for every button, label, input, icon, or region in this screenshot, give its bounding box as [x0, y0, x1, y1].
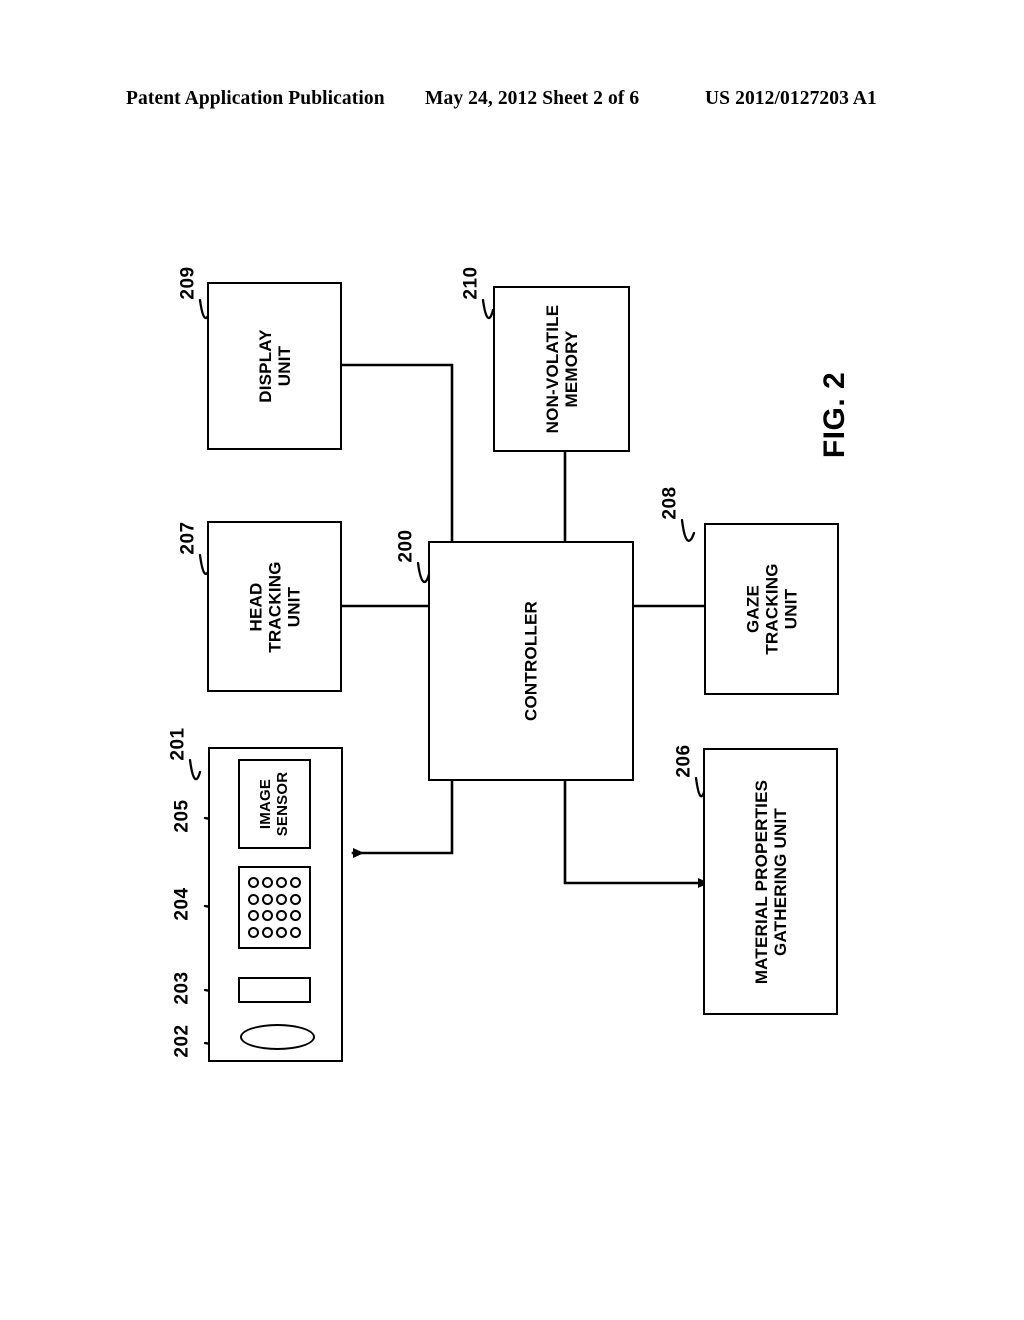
head-tracking-unit-label: HEAD TRACKING UNIT — [245, 560, 304, 653]
non-volatile-memory-block[interactable]: NON-VOLATILE MEMORY — [493, 286, 630, 452]
wire-controller-to-capture-assembly — [351, 779, 454, 858]
reference-numeral-201: 201 — [167, 727, 189, 761]
head-tracking-unit-block[interactable]: HEAD TRACKING UNIT — [207, 521, 342, 692]
emitter-dot — [276, 910, 288, 922]
emitter-dot — [276, 876, 288, 888]
controller-block[interactable]: CONTROLLER — [428, 541, 634, 781]
non-volatile-memory-label: NON-VOLATILE MEMORY — [542, 304, 581, 434]
emitter-dot — [276, 893, 288, 905]
emitter-dot — [290, 910, 302, 922]
image-sensor-block[interactable]: IMAGE SENSOR — [238, 759, 311, 849]
gaze-tracking-unit-label: GAZE TRACKING UNIT — [742, 563, 801, 655]
image-sensor-label: IMAGE SENSOR — [256, 771, 291, 837]
reference-numeral-202: 202 — [171, 1024, 193, 1058]
figure-caption-text: FIG. 2 — [817, 371, 851, 459]
emitter-dot — [247, 893, 259, 905]
reference-numeral-210: 210 — [460, 266, 482, 300]
emitter-dot — [247, 910, 259, 922]
leader-210 — [481, 298, 495, 320]
reference-numeral-204: 204 — [171, 887, 193, 921]
reference-numeral-205: 205 — [171, 799, 193, 833]
display-unit-label: DISPLAY UNIT — [255, 329, 294, 403]
emitter-dot — [290, 876, 302, 888]
patent-figure: DISPLAY UNIT 209 NON-VOLATILE MEMORY 210… — [0, 0, 1024, 1320]
reference-numeral-209: 209 — [177, 266, 199, 300]
material-properties-gathering-unit-label: MATERIAL PROPERTIES GATHERING UNIT — [751, 779, 790, 984]
reference-numeral-200: 200 — [395, 529, 417, 563]
emitter-dot — [261, 910, 273, 922]
leader-201 — [188, 758, 202, 781]
reference-numeral-206: 206 — [673, 744, 695, 778]
reference-numeral-207: 207 — [177, 521, 199, 555]
controller-label: CONTROLLER — [521, 600, 541, 722]
material-properties-gathering-unit-block[interactable]: MATERIAL PROPERTIES GATHERING UNIT — [703, 748, 838, 1015]
gaze-tracking-unit-block[interactable]: GAZE TRACKING UNIT — [704, 523, 839, 695]
leader-208 — [680, 518, 696, 542]
display-unit-block[interactable]: DISPLAY UNIT — [207, 282, 342, 450]
emitter-dot — [261, 927, 273, 939]
lens-element[interactable] — [240, 1024, 315, 1050]
reference-numeral-208: 208 — [659, 486, 681, 520]
emitter-array-block[interactable] — [238, 866, 311, 949]
emitter-dot — [290, 927, 302, 939]
emitter-dot — [247, 876, 259, 888]
reference-numeral-203: 203 — [171, 971, 193, 1005]
emitter-dot — [261, 876, 273, 888]
wire-controller-to-material-properties — [563, 779, 709, 888]
figure-caption: FIG. 2 — [790, 355, 880, 475]
emitter-dot — [261, 893, 273, 905]
light-source-block[interactable] — [238, 977, 311, 1003]
emitter-dot — [247, 927, 259, 939]
wire-display-to-controller — [340, 363, 454, 543]
emitter-dot — [276, 927, 288, 939]
emitter-dot — [290, 893, 302, 905]
